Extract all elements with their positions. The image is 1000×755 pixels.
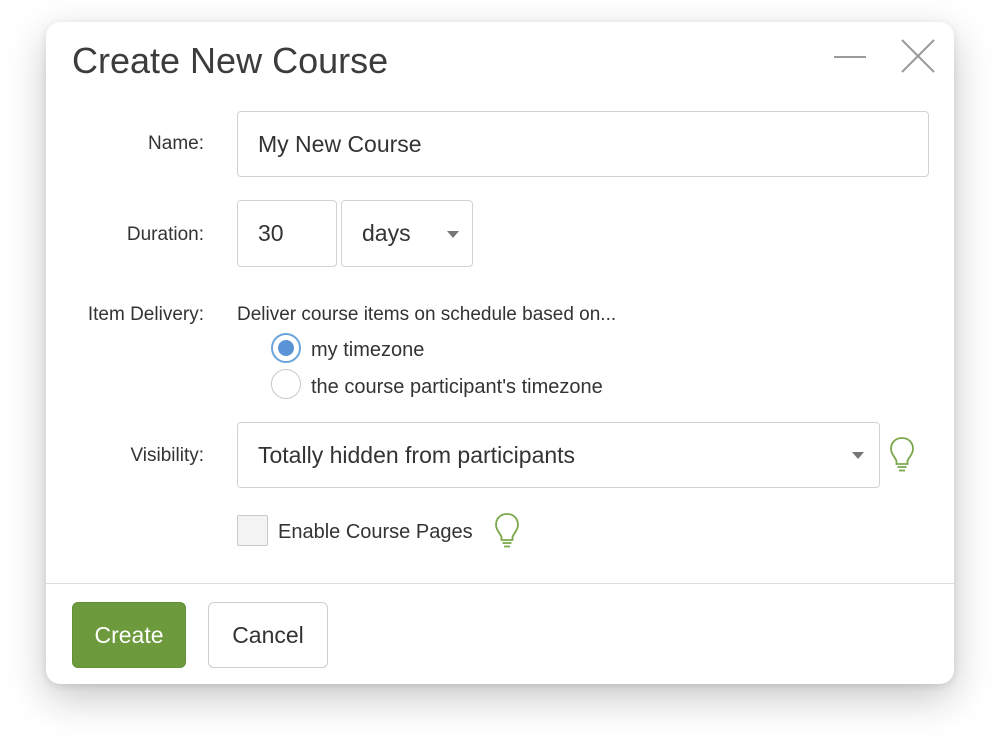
item-delivery-description: Deliver course items on schedule based o… — [237, 304, 617, 325]
enable-course-pages-label: Enable Course Pages — [278, 521, 473, 543]
duration-label: Duration: — [126, 224, 204, 245]
cancel-button[interactable]: Cancel — [208, 602, 328, 668]
lightbulb-icon[interactable] — [889, 436, 915, 474]
name-input[interactable]: My New Course — [237, 111, 929, 177]
close-icon[interactable] — [898, 36, 938, 76]
create-course-dialog: Create New Course Name: My New Course Du… — [46, 22, 954, 684]
visibility-value: Totally hidden from participants — [258, 441, 576, 468]
radio-my-timezone[interactable] — [271, 333, 301, 363]
duration-unit-value: days — [362, 220, 411, 246]
duration-input[interactable]: 30 — [237, 200, 337, 267]
item-delivery-label: Item Delivery: — [87, 304, 204, 325]
radio-participant-timezone[interactable] — [271, 369, 301, 399]
duration-value: 30 — [258, 220, 284, 246]
radio-my-timezone-label: my timezone — [311, 339, 425, 361]
visibility-label: Visibility: — [130, 445, 204, 466]
duration-unit-select[interactable]: days — [341, 200, 473, 267]
visibility-select[interactable]: Totally hidden from participants — [237, 422, 880, 488]
create-button[interactable]: Create — [72, 602, 186, 668]
enable-course-pages-checkbox[interactable] — [237, 515, 268, 546]
footer-divider — [46, 583, 954, 584]
dialog-title: Create New Course — [72, 40, 389, 81]
chevron-down-icon — [852, 452, 864, 459]
chevron-down-icon — [447, 231, 459, 238]
name-input-value: My New Course — [258, 130, 422, 157]
lightbulb-icon[interactable] — [494, 512, 520, 550]
name-label: Name: — [148, 133, 204, 154]
minimize-icon[interactable] — [830, 36, 870, 76]
radio-participant-timezone-label: the course participant's timezone — [311, 376, 603, 398]
